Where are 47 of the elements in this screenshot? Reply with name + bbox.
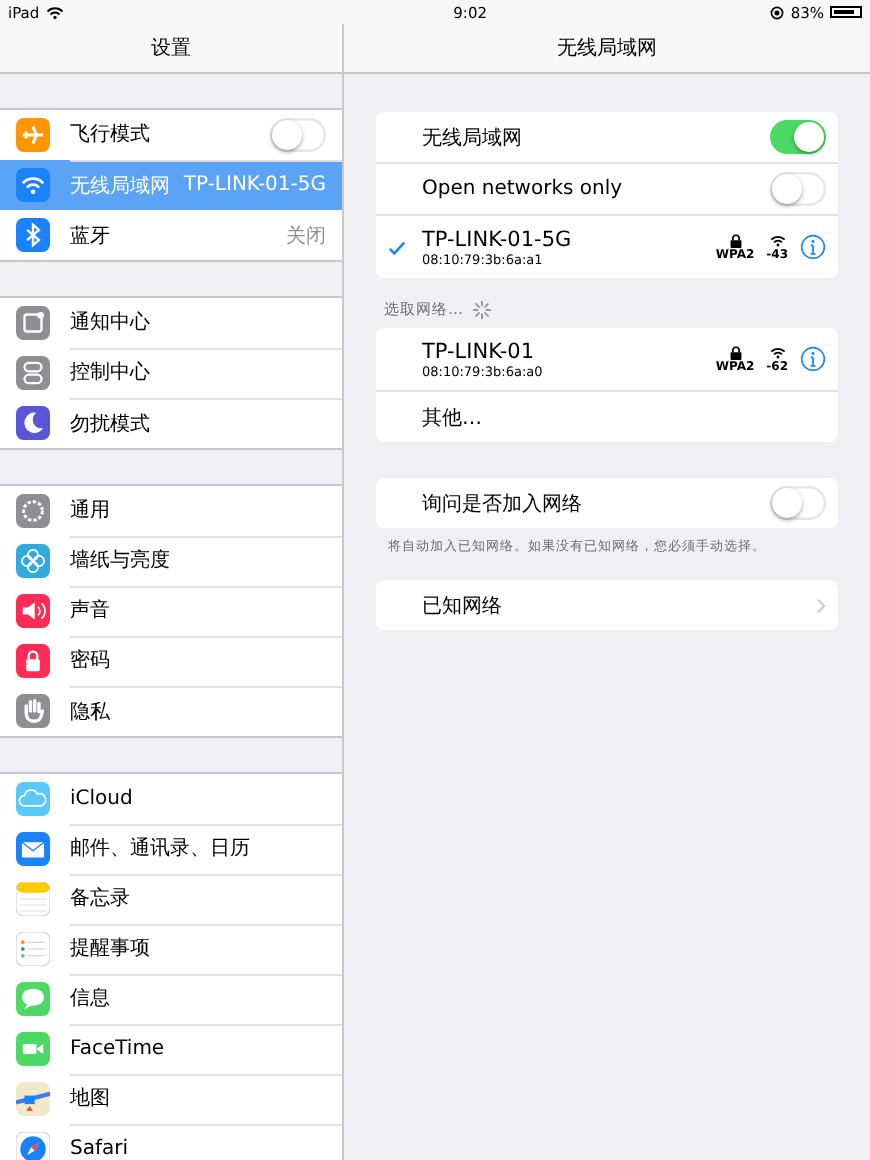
settings-item[interactable]: 隐私	[0, 686, 342, 736]
settings-item-label: 飞行模式	[70, 121, 152, 148]
settings-item[interactable]: iCloud	[0, 774, 342, 824]
settings-item[interactable]: 通知中心	[0, 298, 342, 348]
switch-label: 无线局域网	[422, 125, 524, 151]
settings-item[interactable]: FaceTime	[0, 1024, 342, 1074]
settings-item[interactable]: 信息	[0, 974, 342, 1024]
network-name: TP-LINK-01-5G	[422, 227, 574, 251]
settings-item[interactable]: 墙纸与亮度	[0, 536, 342, 586]
sidebar-title: 设置	[151, 35, 191, 62]
settings-item-label: 备忘录	[70, 885, 132, 912]
settings-item-label: 声音	[70, 597, 112, 624]
detail-title: 无线局域网	[557, 35, 657, 62]
switch-label: 询问是否加入网络	[422, 491, 584, 517]
settings-item[interactable]: 密码	[0, 636, 342, 686]
settings-item-label: 通知中心	[70, 309, 152, 336]
settings-item-label: 密码	[70, 647, 112, 674]
known-networks-item[interactable]: 已知网络	[376, 580, 838, 630]
settings-item-label: 提醒事项	[70, 935, 152, 962]
settings-item[interactable]: 勿扰模式	[0, 398, 342, 448]
switch-label: Open networks only	[422, 178, 625, 200]
network-name: TP-LINK-01	[422, 339, 537, 363]
settings-item-label: 隐私	[70, 699, 112, 725]
settings-item-value: TP-LINK-01-5G	[183, 174, 326, 196]
settings-item[interactable]: 邮件、通讯录、日历	[0, 824, 342, 874]
settings-item-label: Safari	[70, 1138, 131, 1160]
settings-item[interactable]: 备忘录	[0, 874, 342, 924]
settings-item-label: 邮件、通讯录、日历	[70, 835, 252, 862]
settings-item-label: iCloud	[70, 787, 135, 809]
settings-item[interactable]: 提醒事项	[0, 924, 342, 974]
settings-item-label: 通用	[70, 497, 112, 524]
other-network-item[interactable]: 其他…	[376, 392, 838, 442]
settings-item-label: 无线局域网	[70, 173, 172, 199]
settings-item-value: 关闭	[286, 223, 326, 249]
settings-item[interactable]: 地图	[0, 1074, 342, 1124]
settings-item-label: 信息	[70, 985, 112, 1012]
settings-item-label: 地图	[70, 1085, 112, 1112]
settings-item-label: FaceTime	[70, 1037, 167, 1059]
settings-item[interactable]: 声音	[0, 586, 342, 636]
settings-item-label: 控制中心	[70, 359, 152, 386]
settings-item-label: 蓝牙	[70, 223, 112, 249]
settings-item-label: 勿扰模式	[70, 411, 152, 437]
settings-item[interactable]: 通用	[0, 486, 342, 536]
settings-item-label: 墙纸与亮度	[70, 547, 172, 574]
settings-item[interactable]: 蓝牙 关闭	[0, 210, 342, 260]
settings-item[interactable]: Safari	[0, 1124, 342, 1160]
settings-item[interactable]: 控制中心	[0, 348, 342, 398]
